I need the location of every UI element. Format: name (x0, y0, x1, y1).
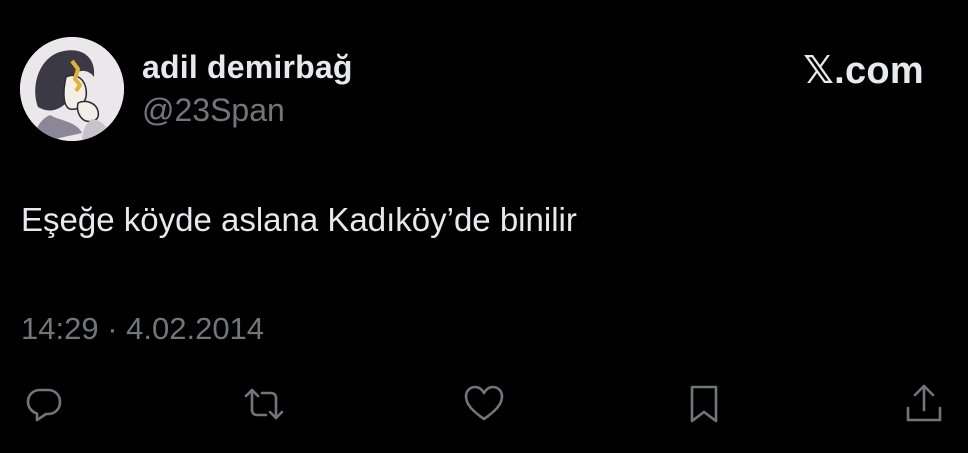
author-handle[interactable]: @23Span (142, 92, 285, 129)
bookmark-icon (690, 385, 718, 423)
reply-button[interactable] (20, 380, 68, 428)
retweet-button[interactable] (240, 380, 288, 428)
author-display-name[interactable]: adil demirbağ (142, 49, 353, 86)
reply-icon (26, 388, 62, 422)
bookmark-button[interactable] (680, 380, 728, 428)
avatar-illustration (20, 37, 124, 141)
avatar[interactable] (20, 37, 124, 141)
share-icon (906, 384, 942, 422)
like-icon (464, 385, 504, 421)
tweet-text: Eşeğe köyde aslana Kadıköy’de binilir (21, 201, 577, 238)
tweet-timestamp[interactable]: 14:29 · 4.02.2014 (21, 311, 264, 347)
retweet-icon (244, 388, 284, 420)
share-button[interactable] (900, 380, 948, 428)
like-button[interactable] (460, 380, 508, 428)
brand-logo: 𝕏.com (803, 50, 924, 92)
